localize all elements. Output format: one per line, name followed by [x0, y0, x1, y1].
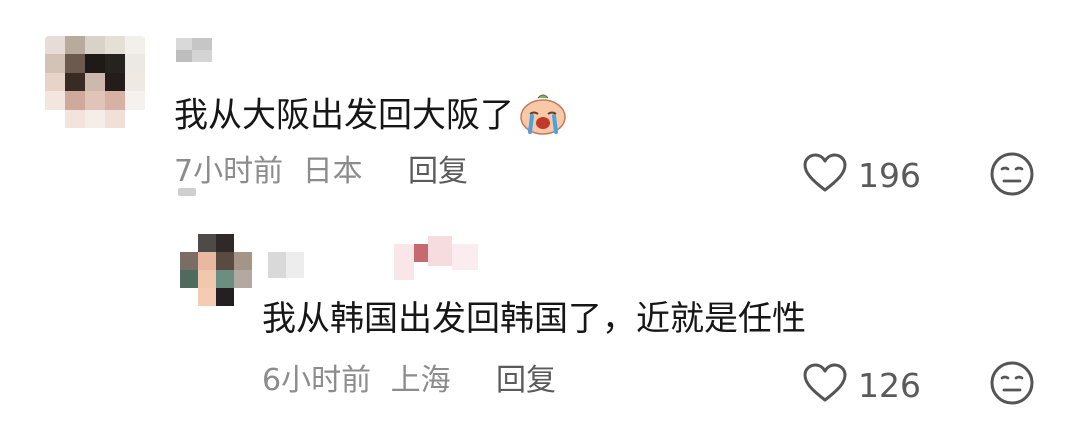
comment-meta: 6小时前 上海	[262, 366, 451, 396]
neutral-face-icon	[989, 361, 1035, 410]
dislike-button[interactable]	[989, 360, 1035, 410]
comment-location: 上海	[390, 363, 451, 398]
badge-blurred	[394, 236, 482, 284]
heart-icon	[802, 362, 848, 408]
avatar[interactable]	[180, 234, 252, 306]
comment-text: 我从韩国出发回韩国了，近就是任性	[262, 299, 806, 339]
crying-face-icon	[518, 92, 568, 142]
username-blurred[interactable]	[268, 252, 304, 278]
comment-time: 7小时前	[174, 154, 284, 189]
comment-text: 我从大阪出发回大阪了	[174, 92, 568, 142]
comment-location: 日本	[302, 154, 363, 189]
like-count: 196	[858, 155, 921, 195]
heart-icon	[802, 152, 848, 198]
comment-time: 6小时前	[262, 363, 372, 398]
avatar[interactable]	[45, 36, 145, 128]
neutral-face-icon	[989, 152, 1035, 201]
like-count: 126	[858, 365, 921, 405]
dislike-button[interactable]	[989, 151, 1035, 201]
like-button[interactable]: 126	[802, 362, 921, 408]
like-button[interactable]: 196	[802, 152, 921, 198]
comment-text-content: 我从大阪出发回大阪了	[174, 95, 514, 136]
reply-button[interactable]: 回复	[408, 157, 468, 187]
username-blurred[interactable]	[176, 38, 212, 62]
meta-underline-mark	[178, 188, 196, 196]
comment-meta: 7小时前 日本	[174, 157, 363, 187]
reply-button[interactable]: 回复	[496, 366, 556, 396]
